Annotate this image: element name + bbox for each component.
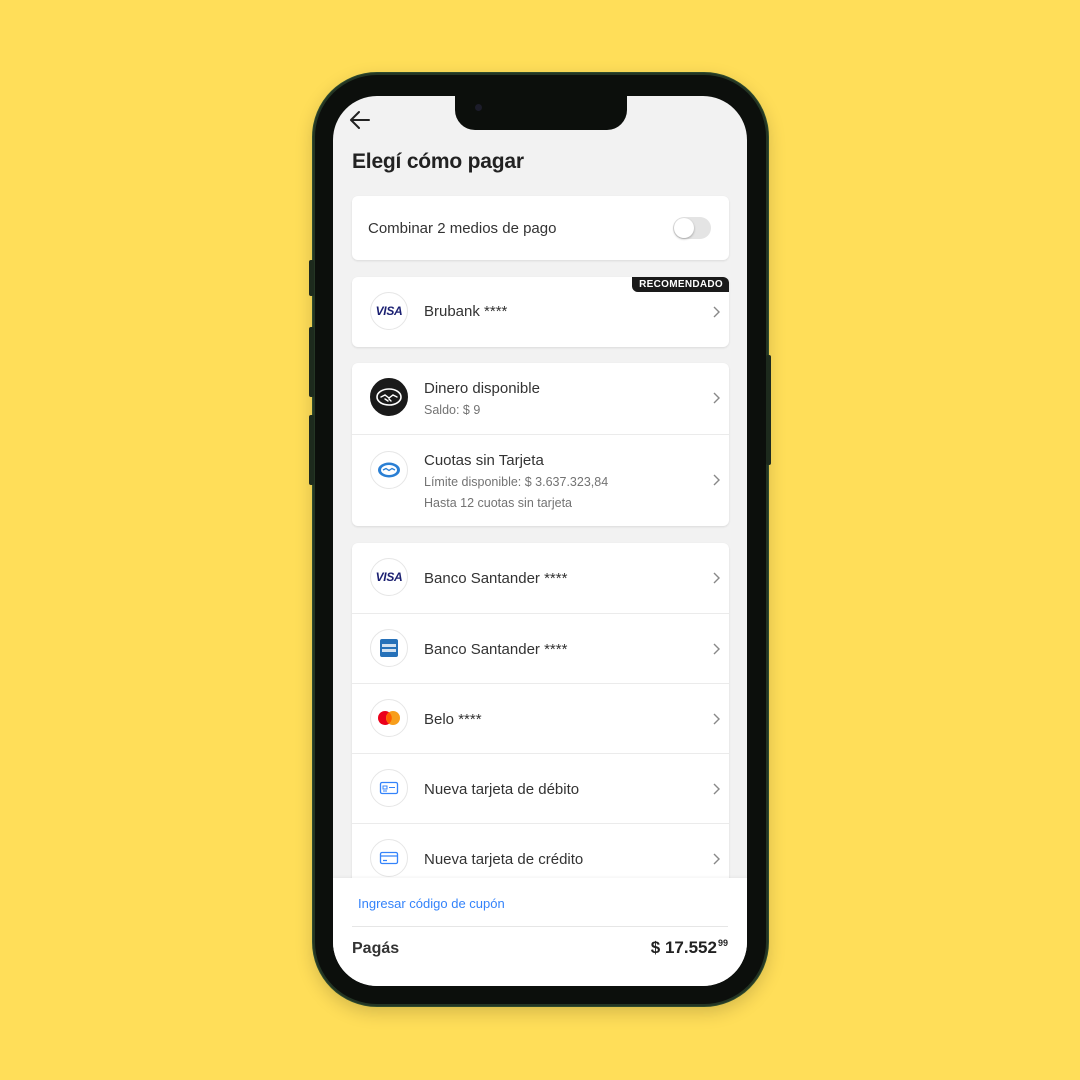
phone-power-button	[766, 355, 771, 465]
phone-volume-down-button	[309, 415, 314, 485]
chevron-right-icon	[713, 306, 720, 318]
app-screen: Elegí cómo pagar Combinar 2 medios de pa…	[333, 96, 747, 986]
mercado-pago-handshake-icon	[370, 378, 408, 416]
installments-text: Hasta 12 cuotas sin tarjeta	[424, 496, 572, 510]
payment-option-cuotas-sin-tarjeta[interactable]: Cuotas sin Tarjeta Límite disponible: $ …	[352, 434, 729, 526]
visa-icon: VISA	[370, 558, 408, 596]
payment-option-santander-amex[interactable]: Banco Santander ****	[352, 613, 729, 683]
total-label: Pagás	[352, 940, 400, 957]
recommended-badge: RECOMENDADO	[632, 277, 729, 292]
combine-payment-toggle[interactable]	[673, 217, 711, 239]
combine-payment-label: Combinar 2 medios de pago	[368, 220, 557, 237]
phone-volume-up-button	[309, 327, 314, 397]
visa-logo-text: VISA	[375, 570, 403, 584]
cards-list: VISA Banco Santander **** Banco Santande…	[352, 543, 729, 903]
mercado-credito-icon	[370, 451, 408, 489]
chevron-right-icon	[713, 392, 720, 404]
payment-option-title: Dinero disponible	[424, 380, 540, 397]
payment-option-title: Belo ****	[424, 711, 482, 728]
visa-logo-text: VISA	[375, 304, 403, 318]
payment-option-santander-visa[interactable]: VISA Banco Santander ****	[352, 543, 729, 613]
chevron-right-icon	[713, 713, 720, 725]
combine-payment-card: Combinar 2 medios de pago	[352, 196, 729, 260]
payment-option-subtitle: Saldo: $ 9	[424, 403, 481, 417]
credit-card-icon	[370, 839, 408, 877]
debit-card-icon	[370, 769, 408, 807]
payment-option-belo[interactable]: Belo ****	[352, 683, 729, 753]
payment-option-title: Brubank ****	[424, 303, 508, 320]
chevron-right-icon	[713, 853, 720, 865]
mastercard-icon	[370, 699, 408, 737]
divider	[352, 926, 728, 927]
payment-option-title: Nueva tarjeta de crédito	[424, 851, 584, 868]
checkout-footer: Ingresar código de cupón Pagás $ 17.5529…	[333, 878, 747, 986]
visa-icon: VISA	[370, 292, 408, 330]
recommended-card: VISA Brubank **** RECOMENDADO	[352, 277, 729, 347]
payment-option-title: Nueva tarjeta de débito	[424, 781, 580, 798]
payment-option-title: Banco Santander ****	[424, 570, 568, 587]
payment-option-title: Cuotas sin Tarjeta	[424, 452, 544, 469]
coupon-link[interactable]: Ingresar código de cupón	[358, 896, 505, 911]
total-amount-main: $ 17.552	[650, 938, 717, 957]
back-arrow-icon[interactable]	[347, 107, 373, 133]
total-amount: $ 17.55299	[651, 938, 728, 958]
payment-option-dinero-disponible[interactable]: Dinero disponible Saldo: $ 9	[352, 363, 729, 434]
total-amount-cents: 99	[717, 938, 728, 948]
phone-notch	[455, 96, 627, 130]
chevron-right-icon	[713, 783, 720, 795]
credit-limit-text: Límite disponible: $ 3.637.323,84	[424, 475, 609, 489]
toggle-knob	[674, 218, 694, 238]
phone-side-button	[309, 260, 314, 296]
chevron-right-icon	[713, 572, 720, 584]
page-title: Elegí cómo pagar	[352, 150, 524, 173]
account-money-card: Dinero disponible Saldo: $ 9 Cuotas sin …	[352, 363, 729, 526]
payment-option-new-debit-card[interactable]: Nueva tarjeta de débito	[352, 753, 729, 823]
payment-option-title: Banco Santander ****	[424, 641, 568, 658]
camera-icon	[475, 104, 482, 111]
chevron-right-icon	[713, 474, 720, 486]
chevron-right-icon	[713, 643, 720, 655]
amex-icon	[370, 629, 408, 667]
